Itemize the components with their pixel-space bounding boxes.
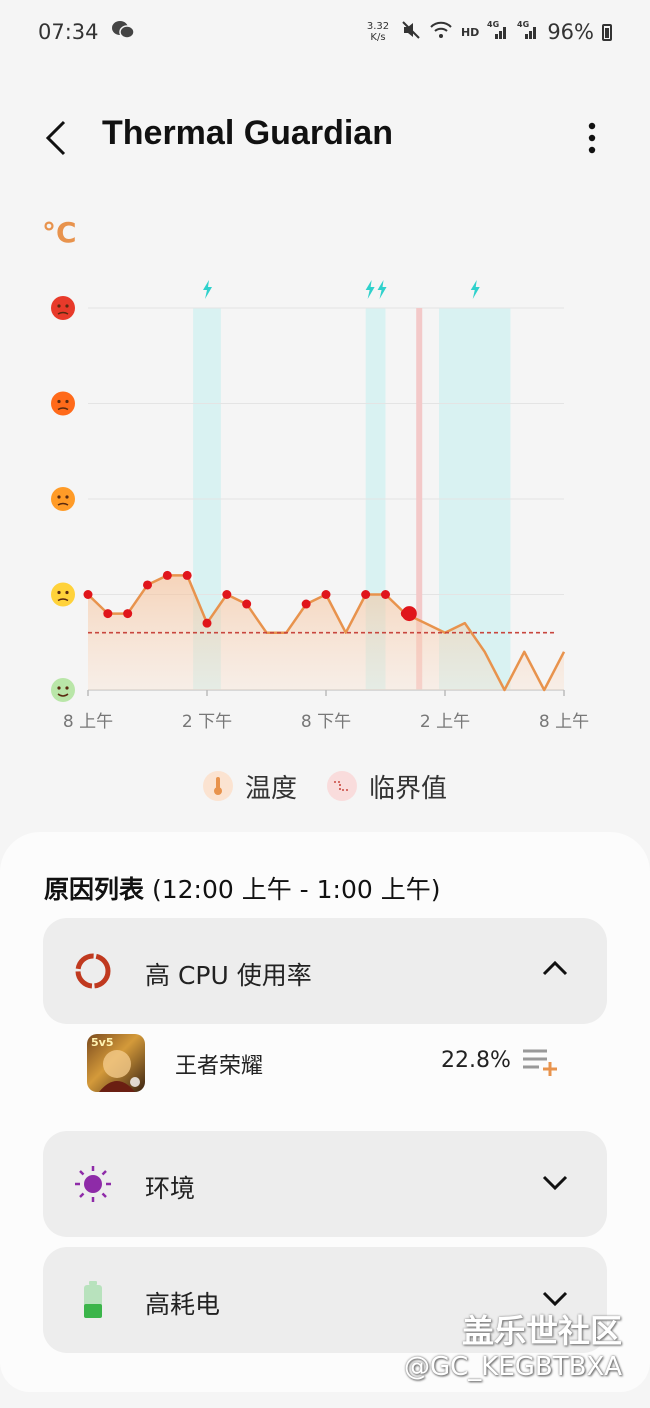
reasons-title: 原因列表 (12:00 上午 - 1:00 上午)	[44, 875, 441, 904]
temperature-point	[103, 609, 113, 619]
battery-percent: 96%	[547, 20, 594, 44]
legend-threshold: 临界值	[327, 768, 447, 805]
legend-threshold-label: 临界值	[369, 773, 448, 804]
legend-temperature: 温度	[202, 768, 297, 805]
sad-face-icon-eye	[57, 495, 61, 499]
x-tick-label: 8 上午	[539, 712, 589, 732]
x-tick-label: 2 下午	[182, 712, 232, 732]
page-title: Thermal Guardian	[102, 114, 393, 152]
hot-face-icon-eye	[65, 399, 69, 404]
temperature-point	[83, 590, 93, 599]
watermark-title: 盖乐世社区	[462, 1312, 623, 1350]
cool-face-icon	[51, 678, 75, 702]
reason-label-cpu: 高 CPU 使用率	[145, 961, 312, 990]
app-cpu-usage: 22.8%	[441, 1048, 511, 1073]
very-hot-face-icon-eye	[57, 304, 61, 308]
neutral-face-icon-eye	[57, 590, 61, 595]
mute-icon	[401, 20, 421, 45]
cpu-ring-icon	[73, 951, 113, 991]
x-tick-label: 8 下午	[301, 712, 351, 732]
app-usage-row: 5v5 王者荣耀 22.8%	[43, 1016, 607, 1112]
charging-bolt-icon	[470, 280, 480, 299]
temperature-point	[143, 580, 152, 590]
signal-icon: 4G	[517, 20, 539, 45]
temperature-point	[182, 570, 192, 580]
hot-face-icon	[51, 391, 75, 416]
temperature-point	[123, 609, 133, 619]
reason-card-cpu[interactable]: 高 CPU 使用率	[43, 918, 607, 1024]
temperature-point	[381, 590, 390, 599]
x-tick-label: 2 上午	[420, 712, 470, 732]
wechat-icon	[111, 19, 135, 46]
thermometer-icon	[202, 771, 233, 801]
threshold-icon	[327, 771, 357, 801]
very-hot-face-icon	[51, 296, 75, 320]
temperature-point	[202, 618, 212, 628]
temperature-point	[222, 590, 232, 599]
hot-face-icon-eye	[57, 399, 61, 404]
hd-badge: HD	[460, 25, 480, 39]
app-name: 王者荣耀	[175, 1054, 264, 1079]
charging-bolt-icon	[203, 280, 212, 299]
status-time: 07:34	[38, 20, 99, 44]
neutral-face-icon-eye	[65, 590, 69, 595]
cool-face-icon-eye	[65, 686, 69, 690]
more-vertical-icon	[588, 122, 596, 154]
charging-bolt-icon	[365, 280, 375, 299]
signal-icon: 4G	[487, 20, 509, 45]
svg-text:4G: 4G	[487, 20, 499, 29]
network-speed: 3.32 K/s	[366, 21, 390, 43]
reason-card-environment[interactable]: 环境	[43, 1131, 607, 1237]
playlist-add-icon	[523, 1049, 557, 1076]
chart-legend: 温度 临界值	[0, 760, 650, 812]
status-icons: 3.32 K/s HD 4G 4G 96%	[363, 20, 612, 45]
temperature-point	[242, 599, 252, 609]
chevron-up-icon	[542, 960, 568, 976]
current-temperature-point	[401, 606, 417, 622]
temperature-point	[301, 599, 311, 609]
status-bar: 07:34 3.32 K/s HD 4G 4G 96%	[0, 0, 650, 64]
reason-label-environment: 环境	[145, 1174, 196, 1203]
app-logo: 5v5	[87, 1034, 145, 1092]
more-options-button[interactable]	[566, 112, 618, 164]
svg-text:4G: 4G	[517, 20, 529, 29]
legend-temperature-label: 温度	[244, 773, 297, 804]
battery-icon	[73, 1280, 113, 1320]
back-button[interactable]	[30, 112, 82, 164]
temperature-chart: 8 上午 2 下午 8 下午 2 上午 8 上午	[51, 280, 589, 732]
chevron-down-icon	[542, 1175, 568, 1191]
add-to-list-button[interactable]	[519, 1042, 565, 1082]
x-tick-label: 8 上午	[63, 712, 113, 732]
temperature-point	[162, 570, 172, 580]
cool-face-icon-eye	[57, 686, 61, 690]
temperature-point	[321, 590, 331, 599]
watermark-handle: @GC_KEGBTBXA	[404, 1352, 623, 1382]
temperature-unit-label: °C	[42, 216, 77, 249]
neutral-face-icon	[51, 582, 75, 607]
charging-bolt-icon	[377, 280, 387, 299]
temperature-point	[361, 590, 371, 599]
chevron-left-icon	[45, 120, 66, 156]
battery-status-icon	[602, 23, 612, 41]
wifi-icon	[429, 20, 453, 45]
app-bar: Thermal Guardian	[0, 96, 650, 180]
sad-face-icon-eye	[65, 495, 69, 499]
sun-icon	[73, 1164, 113, 1204]
very-hot-face-icon-eye	[65, 304, 69, 308]
reason-label-battery: 高耗电	[145, 1290, 221, 1319]
sad-face-icon	[51, 487, 75, 511]
